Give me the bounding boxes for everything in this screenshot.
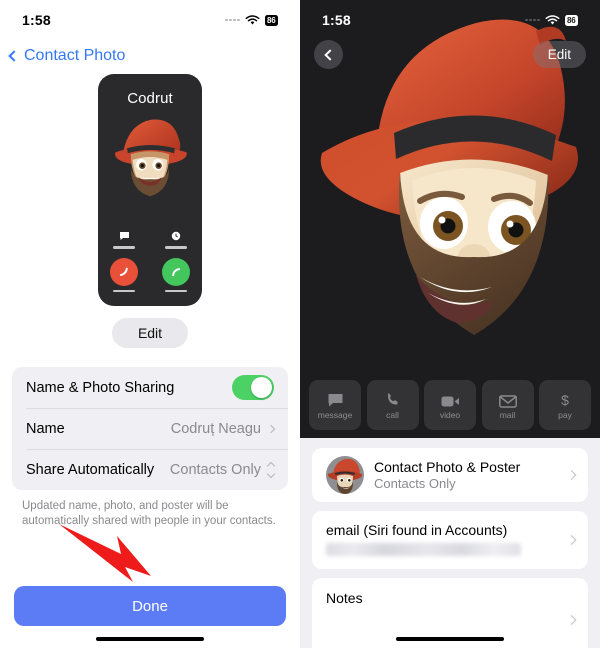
row-value: Codruț Neagu (170, 420, 261, 437)
cellular-dots-icon (225, 18, 240, 22)
action-call[interactable]: call (366, 380, 419, 430)
left-phone-screen: 1:58 86 Contact Photo Codrut Edit Name &… (0, 0, 300, 648)
navigation-bar: Contact Photo (0, 36, 300, 70)
memoji-wizard-avatar (115, 119, 187, 197)
row-value-group: Contacts Only (169, 461, 276, 478)
action-message[interactable]: message (309, 380, 361, 430)
status-indicators: 86 (525, 14, 578, 26)
chevron-right-icon (566, 615, 577, 625)
chevron-right-icon (566, 535, 577, 545)
phone-icon (385, 391, 401, 408)
preview-accept-action[interactable] (162, 257, 190, 292)
action-label: pay (558, 409, 572, 420)
memoji-wizard-thumb (326, 456, 364, 494)
card-contact-photo-poster[interactable]: Contact Photo & Poster Contacts Only (312, 448, 588, 502)
row-value-group: Codruț Neagu (170, 420, 276, 437)
remind-me-icon (170, 229, 183, 242)
video-camera-icon (441, 391, 460, 408)
back-button-label: Contact Photo (24, 47, 126, 64)
action-label: call (386, 409, 399, 420)
card-text-group: Contact Photo & Poster Contacts Only (374, 459, 520, 491)
right-phone-screen: 1:58 86 Edit message call video mail $ p… (300, 0, 600, 648)
status-bar: 1:58 86 (300, 0, 600, 36)
card-subtitle: Contacts Only (374, 476, 456, 491)
contact-actions-row: message call video mail $ pay (300, 380, 600, 430)
preview-caller-name: Codrut (127, 90, 173, 107)
chevron-left-icon (324, 48, 336, 61)
battery-level: 86 (264, 14, 278, 26)
card-title: email (Siri found in Accounts) (326, 522, 508, 538)
preview-remind-action[interactable] (165, 229, 187, 249)
edit-button-wrapper: Edit (0, 318, 300, 348)
back-button[interactable] (314, 40, 343, 69)
decline-call-icon (110, 257, 138, 286)
card-title: Contact Photo & Poster (374, 459, 521, 475)
status-time: 1:58 (22, 12, 51, 28)
preview-secondary-row (98, 229, 202, 249)
row-name[interactable]: Name Codruț Neagu (12, 408, 288, 449)
edit-poster-button[interactable]: Edit (111, 318, 189, 348)
row-label: Name (26, 420, 65, 437)
chevron-right-icon (566, 470, 577, 480)
back-button[interactable]: Contact Photo (8, 47, 126, 65)
row-share-automatically[interactable]: Share Automatically Contacts Only (12, 449, 288, 490)
action-label: message (317, 409, 353, 420)
svg-text:$: $ (561, 392, 569, 408)
chevron-up-down-icon (266, 461, 276, 478)
chevron-left-icon (8, 50, 20, 62)
action-mail[interactable]: mail (481, 380, 534, 430)
call-poster-preview[interactable]: Codrut (98, 74, 202, 306)
status-time: 1:58 (322, 12, 351, 28)
dual-screenshot-container: 1:58 86 Contact Photo Codrut Edit Name &… (0, 0, 600, 648)
battery-level: 86 (564, 14, 578, 26)
cellular-dots-icon (525, 18, 540, 22)
action-pay[interactable]: $ pay (539, 380, 591, 430)
row-value: Contacts Only (169, 461, 261, 478)
wifi-icon (245, 14, 259, 25)
preview-action-bar (113, 246, 135, 249)
card-email[interactable]: email (Siri found in Accounts) (312, 511, 588, 569)
edit-contact-button[interactable]: Edit (532, 41, 586, 68)
card-title: Notes (326, 590, 363, 606)
status-indicators: 86 (225, 14, 278, 26)
preview-action-bar (165, 246, 187, 249)
home-indicator (96, 636, 204, 641)
sharing-settings-group: Name & Photo Sharing Name Codruț Neagu S… (12, 367, 288, 490)
name-photo-sharing-toggle[interactable] (232, 375, 274, 400)
row-label: Name & Photo Sharing (26, 379, 175, 396)
envelope-icon (498, 391, 517, 408)
preview-message-action[interactable] (113, 229, 135, 249)
preview-primary-row (98, 257, 202, 292)
done-button[interactable]: Done (14, 586, 286, 626)
message-bubble-icon (118, 229, 131, 242)
action-label: video (439, 409, 461, 420)
poster-preview-wrapper: Codrut (0, 74, 300, 306)
home-indicator (396, 636, 504, 641)
redacted-email-value (326, 543, 521, 556)
sharing-footnote: Updated name, photo, and poster will be … (22, 500, 276, 527)
contact-details-sheet: Contact Photo & Poster Contacts Only ema… (300, 438, 600, 648)
apple-pay-icon: $ (559, 391, 571, 408)
preview-action-bar (113, 289, 135, 292)
status-bar: 1:58 86 (0, 0, 300, 36)
preview-call-actions (98, 229, 202, 292)
row-name-photo-sharing[interactable]: Name & Photo Sharing (12, 367, 288, 408)
contact-navigation-bar: Edit (300, 36, 600, 69)
action-label: mail (499, 409, 516, 420)
message-bubble-icon (327, 391, 344, 408)
chevron-right-icon (266, 424, 276, 433)
row-label: Share Automatically (26, 461, 155, 478)
wifi-icon (545, 14, 559, 25)
preview-action-bar (165, 289, 187, 292)
preview-decline-action[interactable] (110, 257, 138, 292)
accept-call-icon (162, 257, 190, 286)
action-video[interactable]: video (424, 380, 476, 430)
